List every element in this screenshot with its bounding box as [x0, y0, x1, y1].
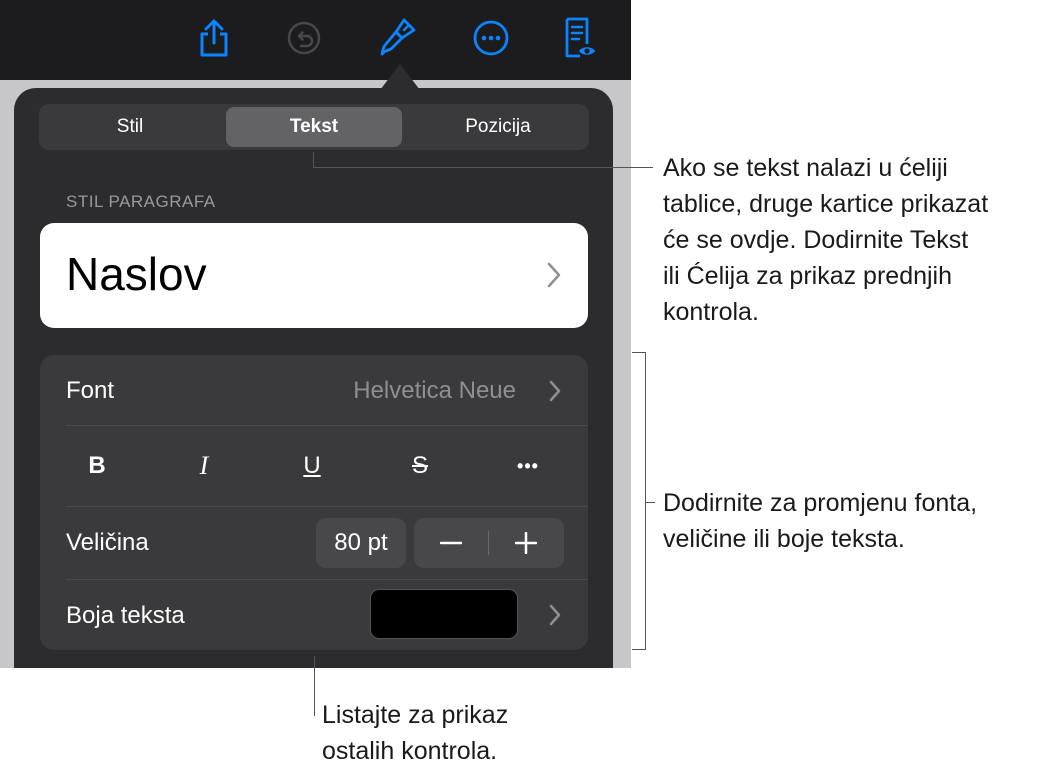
- popover-arrow: [380, 64, 420, 90]
- section-label: STIL PARAGRAFA: [66, 192, 216, 211]
- text-color-row[interactable]: Boja teksta: [40, 580, 588, 650]
- decrease-size-button[interactable]: [414, 518, 488, 568]
- tab-style[interactable]: Stil: [42, 107, 218, 147]
- tab-text[interactable]: Tekst: [226, 107, 402, 147]
- size-label: Veličina: [66, 529, 149, 556]
- size-stepper: [414, 518, 564, 568]
- chevron-right-icon: [549, 380, 561, 402]
- size-value[interactable]: 80 pt: [316, 518, 406, 568]
- reader-view-icon[interactable]: [555, 14, 603, 62]
- bold-button[interactable]: B: [62, 426, 132, 506]
- tab-control: Stil Tekst Pozicija: [39, 104, 589, 150]
- undo-icon[interactable]: [280, 14, 328, 62]
- paragraph-style-button[interactable]: Naslov: [40, 223, 588, 328]
- callout-line: [314, 656, 315, 716]
- strikethrough-button[interactable]: S: [385, 426, 455, 506]
- paragraph-style-value: Naslov: [66, 248, 207, 300]
- increase-size-button[interactable]: [489, 518, 563, 568]
- callout-scroll: Listajte za prikaz ostalih kontrola.: [322, 701, 509, 765]
- chevron-right-icon: [547, 262, 561, 288]
- text-color-swatch[interactable]: [370, 589, 518, 639]
- toolbar: [0, 0, 631, 80]
- font-value: Helvetica Neue: [353, 377, 516, 404]
- more-options-button[interactable]: •••: [493, 426, 563, 506]
- underline-button[interactable]: U: [277, 426, 347, 506]
- font-label: Font: [66, 377, 115, 404]
- italic-button[interactable]: I: [169, 426, 239, 506]
- callout-font: Dodirnite za promjenu fonta, veličine il…: [663, 489, 978, 553]
- tab-position[interactable]: Pozicija: [410, 107, 586, 147]
- font-row[interactable]: Font Helvetica Neue: [40, 355, 588, 425]
- callout-line: [645, 502, 655, 503]
- share-icon[interactable]: [190, 14, 238, 62]
- callout-line: [313, 167, 653, 168]
- format-brush-icon[interactable]: [374, 14, 422, 62]
- app-window: Stil Tekst Pozicija STIL PARAGRAFA Naslo…: [0, 0, 631, 668]
- callout-line: [313, 152, 314, 168]
- format-popover: Stil Tekst Pozicija STIL PARAGRAFA Naslo…: [14, 88, 613, 668]
- callout-line: [632, 352, 646, 353]
- callout-bracket: [645, 352, 646, 650]
- size-row: Veličina 80 pt: [40, 507, 588, 579]
- callout-line: [632, 649, 646, 650]
- format-buttons-row: B I U S •••: [40, 426, 588, 506]
- text-settings-group: Font Helvetica Neue B I U S ••• Veličina…: [40, 355, 588, 650]
- plus-icon: [515, 532, 537, 554]
- more-icon[interactable]: [467, 14, 515, 62]
- chevron-right-icon: [549, 604, 561, 626]
- minus-icon: [440, 541, 462, 545]
- text-color-label: Boja teksta: [66, 602, 185, 629]
- callout-tabs: Ako se tekst nalazi u ćeliji tablice, dr…: [663, 154, 989, 326]
